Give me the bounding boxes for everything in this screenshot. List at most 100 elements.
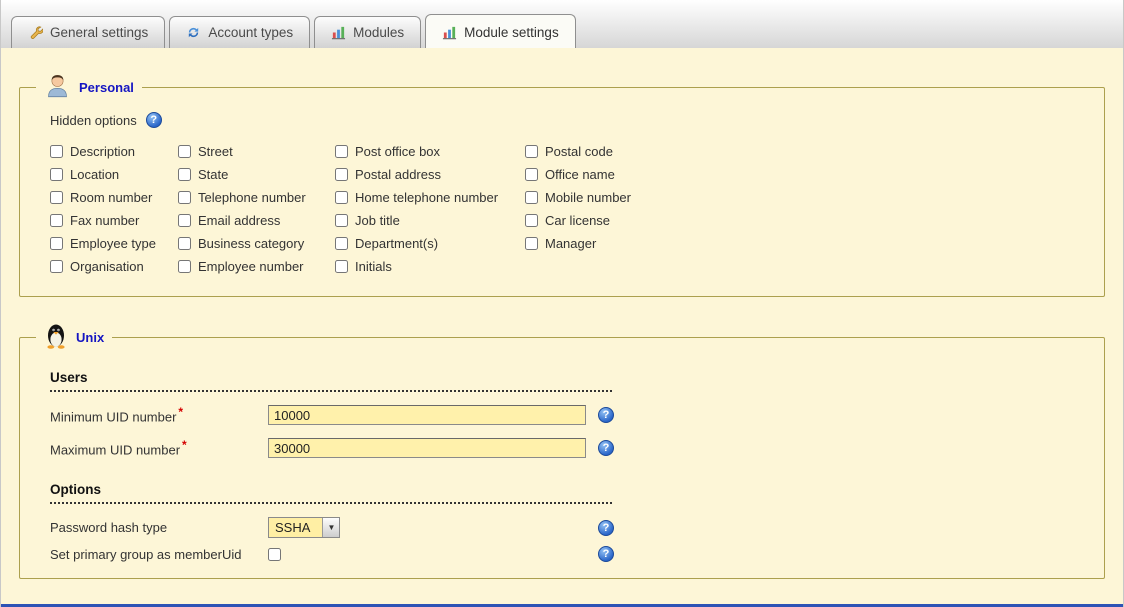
hidden-option-label: Postal address [355, 167, 441, 182]
hidden-option[interactable]: Street [178, 144, 335, 159]
personal-section: Personal Hidden options ? Description St… [19, 72, 1105, 297]
hidden-option[interactable]: Postal address [335, 167, 525, 182]
hidden-option-checkbox[interactable] [335, 260, 348, 273]
hidden-option[interactable]: Employee type [50, 236, 178, 251]
hidden-options-label: Hidden options [50, 113, 137, 128]
hidden-option[interactable]: Post office box [335, 144, 525, 159]
hidden-option-label: Organisation [70, 259, 144, 274]
hidden-option-label: Description [70, 144, 135, 159]
min-uid-row: Minimum UID number* ? [50, 405, 1088, 425]
hidden-option-label: Job title [355, 213, 400, 228]
hidden-option[interactable]: Email address [178, 213, 335, 228]
maximum-uid-input[interactable] [268, 438, 586, 458]
minimum-uid-input[interactable] [268, 405, 586, 425]
hidden-option-label: Employee number [198, 259, 304, 274]
chart-icon [331, 25, 346, 40]
hidden-option-checkbox[interactable] [335, 237, 348, 250]
hidden-option-label: Mobile number [545, 190, 631, 205]
help-icon[interactable]: ? [598, 546, 614, 562]
hidden-option-checkbox[interactable] [178, 145, 191, 158]
help-icon[interactable]: ? [146, 112, 162, 128]
hidden-option-label: Street [198, 144, 233, 159]
hidden-option[interactable]: Description [50, 144, 178, 159]
hidden-option-checkbox[interactable] [50, 168, 63, 181]
hidden-option-checkbox[interactable] [50, 191, 63, 204]
hidden-option-checkbox[interactable] [335, 168, 348, 181]
member-uid-checkbox[interactable] [268, 548, 281, 561]
hidden-option-checkbox[interactable] [525, 168, 538, 181]
dropdown-arrow-icon[interactable]: ▼ [322, 518, 339, 537]
hidden-option-checkbox[interactable] [178, 214, 191, 227]
chart-icon [442, 25, 457, 40]
tab-modules[interactable]: Modules [314, 16, 421, 48]
tab-label: Modules [353, 25, 404, 40]
help-icon[interactable]: ? [598, 440, 614, 456]
hidden-option-label: Employee type [70, 236, 156, 251]
hidden-option[interactable]: Job title [335, 213, 525, 228]
hidden-option-checkbox[interactable] [178, 260, 191, 273]
hidden-option[interactable]: Home telephone number [335, 190, 525, 205]
users-subheader: Users [50, 370, 612, 392]
wrench-icon [28, 25, 43, 40]
field-label: Set primary group as memberUid [50, 547, 268, 562]
hidden-option-checkbox[interactable] [50, 260, 63, 273]
help-icon[interactable]: ? [598, 407, 614, 423]
hidden-option[interactable]: Office name [525, 167, 1088, 182]
selected-option: SSHA [269, 518, 322, 537]
hidden-option[interactable]: Fax number [50, 213, 178, 228]
field-label: Maximum UID number* [50, 438, 268, 457]
tab-label: Account types [208, 25, 293, 40]
hidden-option[interactable]: Room number [50, 190, 178, 205]
hidden-option-checkbox[interactable] [525, 214, 538, 227]
hidden-option[interactable]: Organisation [50, 259, 178, 274]
hidden-option-checkbox[interactable] [335, 191, 348, 204]
hidden-option-label: Postal code [545, 144, 613, 159]
field-label: Password hash type [50, 520, 268, 535]
hidden-option[interactable]: Postal code [525, 144, 1088, 159]
hidden-option-checkbox[interactable] [525, 191, 538, 204]
unix-section: Unix Users Minimum UID number* ? Maximum… [19, 323, 1105, 579]
hidden-option[interactable]: Mobile number [525, 190, 1088, 205]
hidden-option-label: State [198, 167, 228, 182]
max-uid-row: Maximum UID number* ? [50, 438, 1088, 458]
hidden-option[interactable]: Car license [525, 213, 1088, 228]
hidden-option-checkbox[interactable] [50, 214, 63, 227]
tab-general-settings[interactable]: General settings [11, 16, 165, 48]
hidden-option[interactable]: Manager [525, 236, 1088, 251]
sync-icon [186, 25, 201, 40]
tab-bar: General settings Account types Modules [1, 0, 1123, 48]
hidden-option-checkbox[interactable] [178, 168, 191, 181]
hidden-option-label: Post office box [355, 144, 440, 159]
hidden-option[interactable]: Telephone number [178, 190, 335, 205]
hidden-option-checkbox[interactable] [50, 237, 63, 250]
module-settings-panel: Personal Hidden options ? Description St… [1, 48, 1123, 607]
help-icon[interactable]: ? [598, 520, 614, 536]
tab-label: General settings [50, 25, 148, 40]
hidden-option-checkbox[interactable] [50, 145, 63, 158]
password-hash-row: Password hash type SSHA ▼ ? [50, 517, 1088, 538]
hidden-option-checkbox[interactable] [525, 145, 538, 158]
hidden-option[interactable]: Business category [178, 236, 335, 251]
password-hash-select[interactable]: SSHA ▼ [268, 517, 340, 538]
hidden-option-label: Office name [545, 167, 615, 182]
hidden-option-checkbox[interactable] [335, 214, 348, 227]
hidden-option[interactable]: Location [50, 167, 178, 182]
hidden-option-label: Telephone number [198, 190, 306, 205]
hidden-option-checkbox[interactable] [178, 191, 191, 204]
hidden-option-checkbox[interactable] [525, 237, 538, 250]
hidden-option-checkbox[interactable] [178, 237, 191, 250]
tab-account-types[interactable]: Account types [169, 16, 310, 48]
person-icon [44, 72, 71, 102]
hidden-option[interactable]: State [178, 167, 335, 182]
tab-module-settings[interactable]: Module settings [425, 14, 576, 48]
hidden-option[interactable]: Initials [335, 259, 525, 274]
hidden-option-label: Department(s) [355, 236, 438, 251]
unix-legend: Unix [36, 323, 112, 352]
hidden-option-label: Location [70, 167, 119, 182]
hidden-option[interactable]: Department(s) [335, 236, 525, 251]
hidden-option-label: Manager [545, 236, 596, 251]
hidden-option-checkbox[interactable] [335, 145, 348, 158]
hidden-option[interactable]: Employee number [178, 259, 335, 274]
required-asterisk: * [178, 405, 183, 419]
field-label: Minimum UID number* [50, 405, 268, 424]
